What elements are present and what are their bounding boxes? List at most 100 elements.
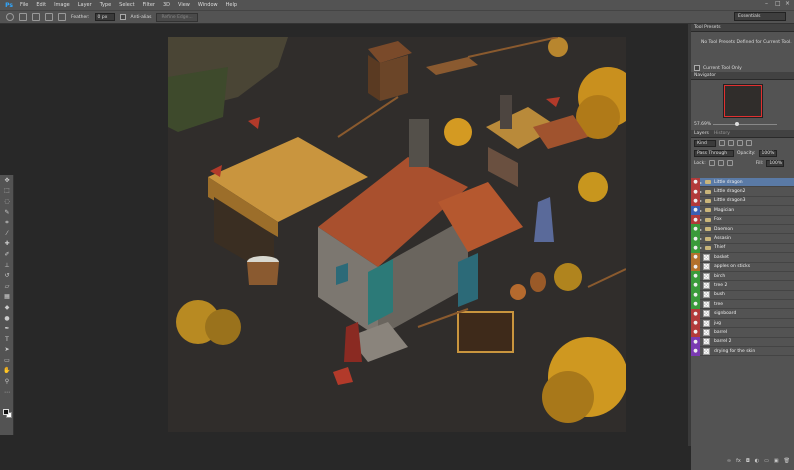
navigator-zoom[interactable]: 57.69% <box>694 122 711 127</box>
blur-tool-icon[interactable]: ◆ <box>0 302 14 313</box>
more-tools-icon[interactable]: ⋯ <box>0 387 14 398</box>
brush-tool-icon[interactable]: ✐ <box>0 249 14 260</box>
close-icon[interactable]: × <box>785 1 791 7</box>
visibility-eye-icon[interactable]: ● <box>691 337 700 347</box>
antialias-checkbox[interactable] <box>119 14 126 20</box>
layer-row[interactable]: ● ▸ Little dragon2 <box>691 186 794 197</box>
refine-edge-button[interactable]: Refine Edge... <box>156 12 198 22</box>
visibility-eye-icon[interactable]: ● <box>691 299 700 309</box>
lasso-tool-preset-icon[interactable] <box>6 13 14 21</box>
shape-filter-icon[interactable] <box>746 140 752 146</box>
visibility-eye-icon[interactable]: ● <box>691 290 700 300</box>
minimize-icon[interactable]: – <box>765 1 771 7</box>
layer-row[interactable]: ● barrel 2 <box>691 337 794 348</box>
type-filter-icon[interactable] <box>737 140 743 146</box>
layer-row[interactable]: ● ▸ Assasin <box>691 233 794 244</box>
eraser-tool-icon[interactable]: ▱ <box>0 281 14 292</box>
visibility-eye-icon[interactable]: ● <box>691 280 700 291</box>
menu-filter[interactable]: Filter <box>143 2 155 8</box>
quick-select-tool-icon[interactable]: ✎ <box>0 207 14 218</box>
crop-tool-icon[interactable]: ⌗ <box>0 217 14 228</box>
adjustment-filter-icon[interactable] <box>728 140 734 146</box>
visibility-eye-icon[interactable]: ● <box>691 243 700 253</box>
restore-icon[interactable]: □ <box>775 1 781 7</box>
healing-tool-icon[interactable]: ✚ <box>0 239 14 250</box>
blend-mode-select[interactable]: Pass Through <box>694 149 734 157</box>
navigator-view-box[interactable] <box>724 85 762 117</box>
path-select-tool-icon[interactable]: ➤ <box>0 345 14 356</box>
fill-input[interactable]: 100% <box>766 159 785 167</box>
subtract-selection-icon[interactable] <box>45 13 53 21</box>
visibility-eye-icon[interactable]: ● <box>691 196 700 206</box>
visibility-eye-icon[interactable]: ● <box>691 177 700 187</box>
hand-tool-icon[interactable]: ✋ <box>0 366 14 377</box>
menu-3d[interactable]: 3D <box>163 2 170 8</box>
layer-mask-icon[interactable]: ◘ <box>746 458 750 464</box>
menu-view[interactable]: View <box>178 2 190 8</box>
canvas[interactable] <box>168 37 626 432</box>
delete-layer-icon[interactable]: 🗑 <box>784 458 790 464</box>
type-tool-icon[interactable]: T <box>0 334 14 345</box>
zoom-tool-icon[interactable]: ⚲ <box>0 376 14 387</box>
menu-file[interactable]: File <box>20 2 28 8</box>
lock-all-icon[interactable] <box>726 160 733 166</box>
feather-input[interactable]: 0 px <box>94 13 115 21</box>
layer-row[interactable]: ● tree <box>691 299 794 310</box>
navigator-zoom-slider[interactable] <box>713 124 777 125</box>
layer-row[interactable]: ● ▸ Magician <box>691 205 794 216</box>
visibility-eye-icon[interactable]: ● <box>691 252 700 263</box>
new-selection-icon[interactable] <box>19 13 27 21</box>
tab-history[interactable]: History <box>714 131 730 136</box>
eyedropper-tool-icon[interactable]: ⁄ <box>0 228 14 239</box>
layer-row[interactable]: ● ▸ Little dragon <box>691 177 794 188</box>
visibility-eye-icon[interactable]: ● <box>691 346 700 356</box>
pixel-filter-icon[interactable] <box>719 140 725 146</box>
navigator-zoom-knob[interactable] <box>735 122 739 126</box>
visibility-eye-icon[interactable]: ● <box>691 224 700 234</box>
layer-row[interactable]: ● bush <box>691 290 794 301</box>
new-layer-icon[interactable]: ▣ <box>774 458 779 464</box>
layer-row[interactable]: ● birch <box>691 271 794 282</box>
layer-kind-select[interactable]: Kind <box>694 139 716 147</box>
menu-window[interactable]: Window <box>198 2 218 8</box>
adjustment-layer-icon[interactable]: ◐ <box>755 458 759 464</box>
move-tool-icon[interactable]: ✥ <box>0 175 14 186</box>
layer-row[interactable]: ● signboard <box>691 308 794 319</box>
foreground-color-swatch[interactable] <box>3 409 9 415</box>
marquee-tool-icon[interactable]: ⬚ <box>0 186 14 197</box>
visibility-eye-icon[interactable]: ● <box>691 271 700 281</box>
layer-style-icon[interactable]: fx <box>736 458 741 464</box>
stamp-tool-icon[interactable]: ⊥ <box>0 260 14 271</box>
menu-help[interactable]: Help <box>226 2 237 8</box>
layer-row[interactable]: ● jug <box>691 318 794 329</box>
intersect-selection-icon[interactable] <box>58 13 66 21</box>
workspace-select[interactable]: Essentials <box>734 12 786 21</box>
visibility-eye-icon[interactable]: ● <box>691 308 700 319</box>
layer-row[interactable]: ● drying for the skin <box>691 346 794 357</box>
layer-row[interactable]: ● basket <box>691 252 794 263</box>
visibility-eye-icon[interactable]: ● <box>691 327 700 338</box>
tool-presets-tab[interactable]: Tool Presets <box>694 25 721 30</box>
history-brush-icon[interactable]: ↺ <box>0 270 14 281</box>
add-selection-icon[interactable] <box>32 13 40 21</box>
layer-row[interactable]: ● tree 2 <box>691 280 794 291</box>
pen-tool-icon[interactable]: ✒ <box>0 323 14 334</box>
gradient-tool-icon[interactable]: ▦ <box>0 292 14 303</box>
layer-row[interactable]: ● barrel <box>691 327 794 338</box>
layer-row[interactable]: ● ▸ Fox <box>691 215 794 225</box>
visibility-eye-icon[interactable]: ● <box>691 205 700 216</box>
new-group-icon[interactable]: ▭ <box>764 458 769 464</box>
visibility-eye-icon[interactable]: ● <box>691 318 700 328</box>
navigator-tab[interactable]: Navigator <box>694 73 716 78</box>
visibility-eye-icon[interactable]: ● <box>691 262 700 272</box>
visibility-eye-icon[interactable]: ● <box>691 233 700 244</box>
link-layers-icon[interactable]: ∞ <box>727 458 731 464</box>
visibility-eye-icon[interactable]: ● <box>691 186 700 197</box>
menu-layer[interactable]: Layer <box>78 2 92 8</box>
opacity-input[interactable]: 100% <box>758 149 777 157</box>
lasso-tool-icon[interactable]: ◌ <box>0 196 14 207</box>
current-tool-only-checkbox[interactable] <box>694 65 700 71</box>
menu-select[interactable]: Select <box>119 2 134 8</box>
menu-edit[interactable]: Edit <box>36 2 46 8</box>
layer-row[interactable]: ● ▸ Daemon <box>691 224 794 235</box>
